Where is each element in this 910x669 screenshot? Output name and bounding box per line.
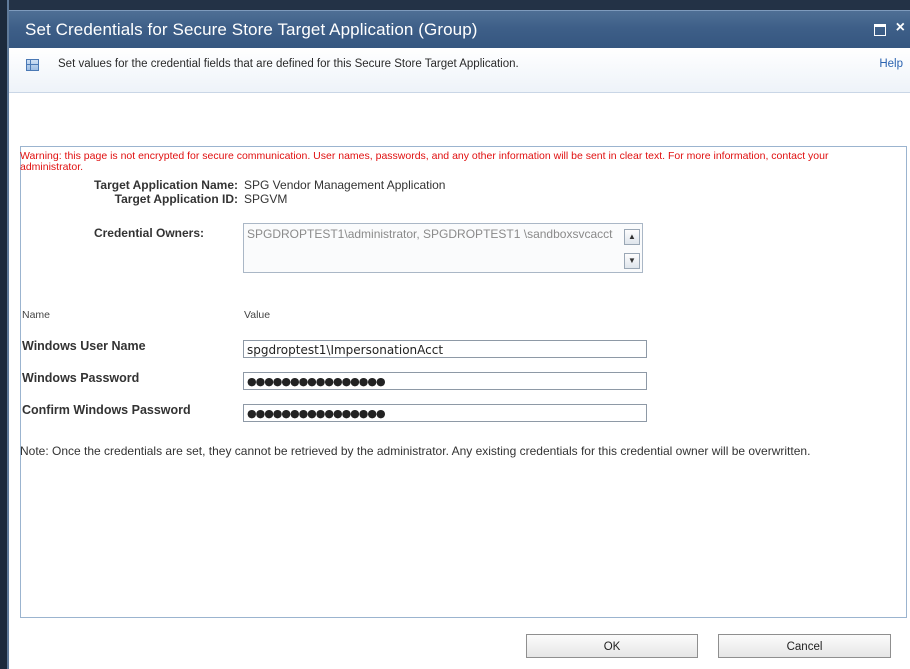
window-left-edge <box>0 0 7 669</box>
dialog-description: Set values for the credential fields tha… <box>58 58 519 70</box>
credentials-note: Note: Once the credentials are set, they… <box>20 444 811 458</box>
dialog-title: Set Credentials for Secure Store Target … <box>25 20 478 39</box>
window-left-edge-accent <box>7 0 9 669</box>
windows-username-label: Windows User Name <box>22 339 146 353</box>
close-icon[interactable]: × <box>896 19 905 37</box>
windows-username-field[interactable]: spgdroptest1\ImpersonationAcct <box>243 340 647 358</box>
table-icon <box>26 59 39 71</box>
ok-button[interactable]: OK <box>526 634 698 658</box>
target-app-name-label: Target Application Name: <box>93 178 238 192</box>
target-app-name-value: SPG Vendor Management Application <box>244 178 446 192</box>
dialog-info-bar: Set values for the credential fields tha… <box>9 48 910 93</box>
target-app-id-value: SPGVM <box>244 192 288 206</box>
cancel-button[interactable]: Cancel <box>718 634 891 658</box>
windows-password-field[interactable]: ●●●●●●●●●●●●●●●● <box>243 372 647 390</box>
help-link[interactable]: Help <box>879 58 903 70</box>
credential-owners-box[interactable]: SPGDROPTEST1\administrator, SPGDROPTEST1… <box>243 223 643 273</box>
confirm-password-label: Confirm Windows Password <box>22 403 191 417</box>
column-header-value: Value <box>244 309 271 321</box>
maximize-icon[interactable] <box>874 24 886 36</box>
target-app-id-label: Target Application ID: <box>114 192 238 206</box>
windows-password-label: Windows Password <box>22 371 140 385</box>
security-warning: Warning: this page is not encrypted for … <box>20 150 829 173</box>
confirm-password-field[interactable]: ●●●●●●●●●●●●●●●● <box>243 404 647 422</box>
column-header-name: Name <box>22 309 51 321</box>
scroll-up-icon[interactable]: ▲ <box>624 229 640 245</box>
credential-owners-value: SPGDROPTEST1\administrator, SPGDROPTEST1… <box>247 227 613 241</box>
window-top-strip <box>9 0 910 10</box>
dialog-titlebar[interactable]: Set Credentials for Secure Store Target … <box>9 10 910 48</box>
credential-owners-label: Credential Owners: <box>93 226 204 240</box>
scroll-down-icon[interactable]: ▼ <box>624 253 640 269</box>
